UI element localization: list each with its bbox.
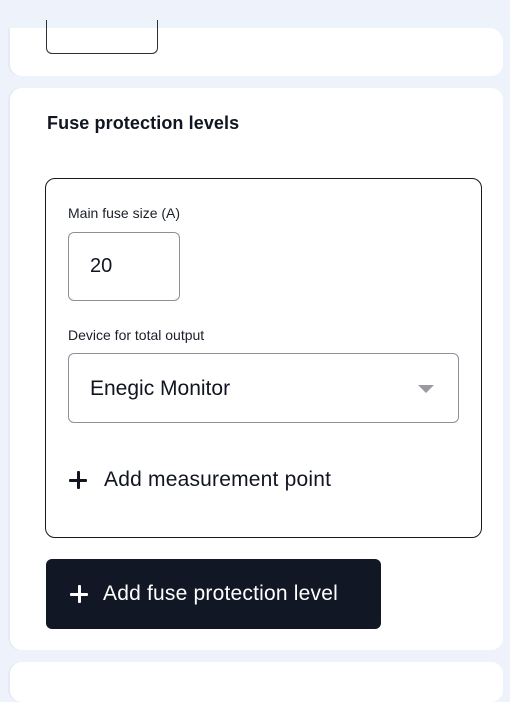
plus-icon xyxy=(69,584,89,604)
next-settings-card xyxy=(10,662,503,702)
device-label: Device for total output xyxy=(68,327,205,343)
device-select[interactable]: Enegic Monitor xyxy=(68,353,459,423)
previous-input-field[interactable] xyxy=(46,20,158,54)
add-fuse-protection-level-button[interactable]: Add fuse protection level xyxy=(46,559,381,629)
main-fuse-label: Main fuse size (A) xyxy=(68,205,181,221)
add-measurement-point-label: Add measurement point xyxy=(104,468,332,491)
section-title: Fuse protection levels xyxy=(47,113,240,133)
add-measurement-point-button[interactable]: Add measurement point xyxy=(68,462,331,498)
previous-settings-card xyxy=(10,20,503,76)
add-fuse-protection-level-label: Add fuse protection level xyxy=(103,582,338,605)
main-fuse-input[interactable] xyxy=(68,232,180,301)
chevron-down-icon xyxy=(418,385,434,393)
plus-icon xyxy=(68,470,88,490)
device-selected-value: Enegic Monitor xyxy=(90,377,231,400)
